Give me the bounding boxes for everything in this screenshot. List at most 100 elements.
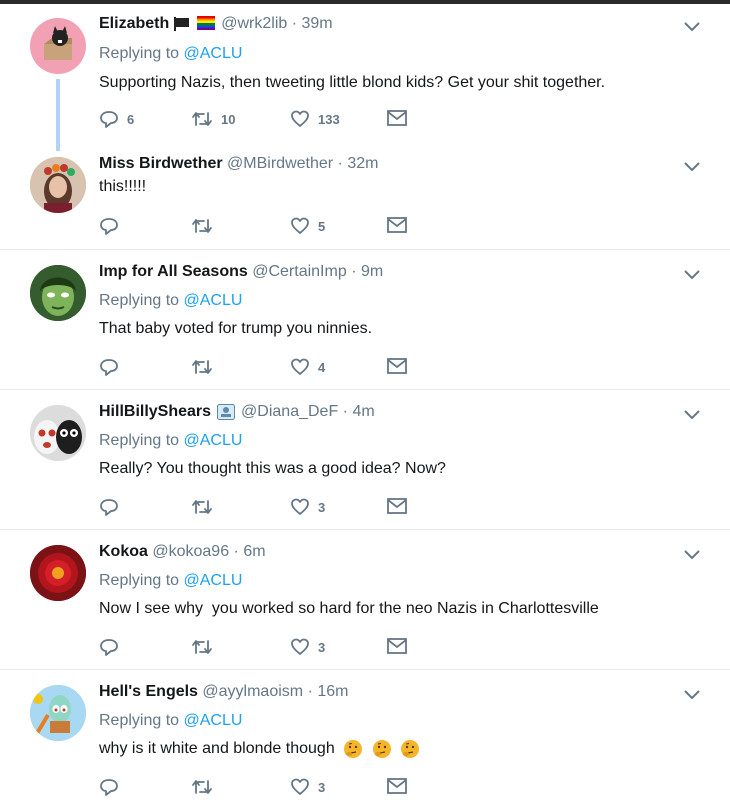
reply-button[interactable] bbox=[99, 637, 127, 657]
like-button[interactable]: 3 bbox=[290, 777, 325, 797]
retweet-button[interactable] bbox=[191, 216, 221, 236]
envelope-icon bbox=[387, 778, 407, 794]
retweet-button[interactable] bbox=[191, 777, 221, 797]
heart-icon bbox=[291, 498, 309, 515]
picture-badge-icon bbox=[217, 403, 236, 420]
tweet-header: Imp for All Seasons @CertainImp · 9m bbox=[99, 263, 383, 281]
tweet-header: Kokoa @kokoa96 · 6m bbox=[99, 543, 266, 561]
timestamp[interactable]: · 9m bbox=[351, 263, 383, 280]
timestamp[interactable]: · 32m bbox=[338, 155, 379, 172]
direct-message-button[interactable] bbox=[386, 109, 408, 127]
retweet-button[interactable]: 10 bbox=[191, 109, 235, 129]
heart-icon bbox=[291, 638, 309, 655]
tweet-actions: 6 10 133 bbox=[99, 109, 419, 131]
mention-link[interactable]: @ACLU bbox=[184, 432, 243, 449]
replying-to: Replying to @ACLU bbox=[99, 45, 242, 63]
retweet-icon bbox=[192, 640, 212, 654]
tweet-divider bbox=[0, 389, 730, 390]
reply-icon bbox=[100, 359, 118, 376]
tweet-header: Elizabeth @wrk2lib · 39m bbox=[99, 15, 333, 33]
display-name[interactable]: Miss Birdwether bbox=[99, 155, 223, 172]
chevron-down-icon[interactable] bbox=[683, 268, 701, 280]
top-edge-bar bbox=[0, 0, 730, 4]
mention-link[interactable]: @ACLU bbox=[184, 712, 243, 729]
direct-message-button[interactable] bbox=[386, 357, 408, 375]
envelope-icon bbox=[387, 638, 407, 654]
like-button[interactable]: 133 bbox=[290, 109, 340, 129]
display-name[interactable]: Hell's Engels bbox=[99, 683, 198, 700]
heart-icon bbox=[291, 358, 309, 375]
green-face-icon bbox=[30, 265, 86, 321]
mention-link[interactable]: @ACLU bbox=[184, 292, 243, 309]
direct-message-button[interactable] bbox=[386, 637, 408, 655]
user-handle[interactable]: @wrk2lib bbox=[221, 15, 287, 32]
like-button[interactable]: 4 bbox=[290, 357, 325, 377]
avatar[interactable] bbox=[30, 405, 86, 461]
reply-button[interactable] bbox=[99, 497, 127, 517]
user-handle[interactable]: @kokoa96 bbox=[152, 543, 229, 560]
display-name[interactable]: HillBillyShears bbox=[99, 403, 211, 420]
like-count: 3 bbox=[318, 779, 326, 795]
tweet-divider bbox=[0, 669, 730, 670]
like-count: 3 bbox=[318, 499, 326, 515]
timestamp[interactable]: · 16m bbox=[308, 683, 349, 700]
replying-to: Replying to @ACLU bbox=[99, 432, 242, 450]
avatar[interactable] bbox=[30, 545, 86, 601]
retweet-button[interactable] bbox=[191, 497, 221, 517]
rainbow-flag-icon bbox=[197, 15, 216, 30]
user-handle[interactable]: @MBirdwether bbox=[227, 155, 333, 172]
thinking-face-emoji-icon bbox=[401, 740, 420, 758]
thread-connector bbox=[56, 79, 60, 151]
tweet-text: That baby voted for trump you ninnies. bbox=[99, 320, 373, 337]
like-button[interactable]: 3 bbox=[290, 497, 325, 517]
display-name[interactable]: Elizabeth bbox=[99, 15, 169, 32]
avatar[interactable] bbox=[30, 265, 86, 321]
retweet-button[interactable] bbox=[191, 357, 221, 377]
reply-icon bbox=[100, 639, 118, 656]
chevron-down-icon[interactable] bbox=[683, 160, 701, 172]
heart-icon bbox=[291, 217, 309, 234]
mention-link[interactable]: @ACLU bbox=[184, 45, 243, 62]
tweet-divider bbox=[0, 249, 730, 250]
reply-button[interactable] bbox=[99, 357, 127, 377]
chevron-down-icon[interactable] bbox=[683, 20, 701, 32]
timestamp[interactable]: · 39m bbox=[292, 15, 333, 32]
timestamp[interactable]: · 4m bbox=[343, 403, 375, 420]
avatar[interactable] bbox=[30, 685, 86, 741]
user-handle[interactable]: @CertainImp bbox=[252, 263, 347, 280]
reply-button[interactable]: 6 bbox=[99, 109, 134, 129]
tweet-actions: 3 bbox=[99, 637, 419, 659]
replying-to-label: Replying to bbox=[99, 432, 180, 449]
mention-link[interactable]: @ACLU bbox=[184, 572, 243, 589]
tweet-text: this!!!!! bbox=[99, 178, 147, 195]
tweet-actions: 3 bbox=[99, 777, 419, 799]
timestamp[interactable]: · 6m bbox=[234, 543, 266, 560]
user-handle[interactable]: @Diana_DeF bbox=[241, 403, 338, 420]
direct-message-button[interactable] bbox=[386, 777, 408, 795]
retweet-button[interactable] bbox=[191, 637, 221, 657]
direct-message-button[interactable] bbox=[386, 216, 408, 234]
tweet-header: Hell's Engels @ayylmaoism · 16m bbox=[99, 683, 348, 701]
display-name[interactable]: Imp for All Seasons bbox=[99, 263, 248, 280]
thinking-face-emoji-icon bbox=[344, 740, 363, 758]
reply-button[interactable] bbox=[99, 777, 127, 797]
avatar[interactable] bbox=[30, 157, 86, 213]
chevron-down-icon[interactable] bbox=[683, 688, 701, 700]
envelope-icon bbox=[387, 498, 407, 514]
retweet-icon bbox=[192, 360, 212, 374]
chevron-down-icon[interactable] bbox=[683, 408, 701, 420]
like-button[interactable]: 3 bbox=[290, 637, 325, 657]
display-name[interactable]: Kokoa bbox=[99, 543, 148, 560]
heart-icon bbox=[291, 110, 309, 127]
retweet-icon bbox=[192, 780, 212, 794]
direct-message-button[interactable] bbox=[386, 497, 408, 515]
replying-to-label: Replying to bbox=[99, 45, 180, 62]
avatar[interactable] bbox=[30, 18, 86, 74]
like-button[interactable]: 5 bbox=[290, 216, 325, 236]
envelope-icon bbox=[387, 217, 407, 233]
reply-button[interactable] bbox=[99, 216, 127, 236]
retweet-count: 10 bbox=[221, 111, 236, 127]
like-count: 4 bbox=[318, 359, 326, 375]
user-handle[interactable]: @ayylmaoism bbox=[202, 683, 303, 700]
chevron-down-icon[interactable] bbox=[683, 548, 701, 560]
